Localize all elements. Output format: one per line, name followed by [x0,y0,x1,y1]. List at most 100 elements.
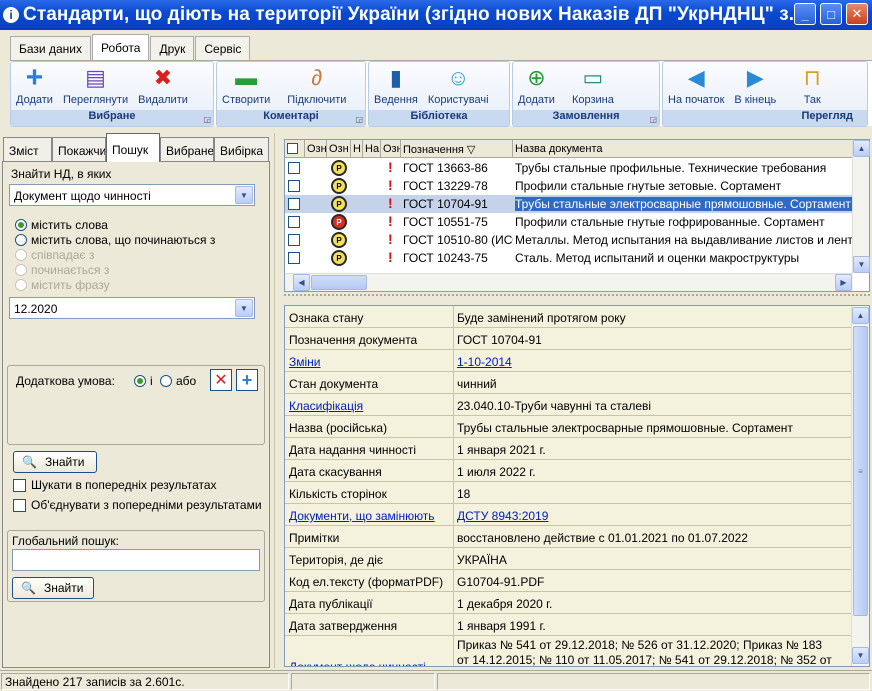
header-col[interactable]: Озн [327,140,351,158]
table-row[interactable]: P! ГОСТ 10510-80 (ИСО 8490-86)Металлы. Ме… [285,231,853,249]
row-checkbox[interactable] [288,162,300,174]
table-row[interactable]: P! ГОСТ 13229-78 Профили стальные гнутые з… [285,177,853,195]
table-row[interactable]: P! ГОСТ 10551-75 Профили стальные гнутые г… [285,213,853,231]
minimize-button[interactable]: _ [794,3,816,25]
props-vscroll[interactable]: ▲ ≡ ▼ [851,306,869,666]
property-key[interactable]: Зміни [289,355,453,369]
group-label: Бібліотека [369,110,509,126]
go-start-button[interactable]: ◀ На початок [663,65,729,106]
merge-previous-checkbox[interactable]: Об'єднувати з попередніми результатами [13,498,262,512]
global-find-button[interactable]: 🔍 Знайти [12,577,94,599]
close-button[interactable]: ✕ [846,3,868,25]
tab-print[interactable]: Друк [150,36,195,60]
row-code: ГОСТ 13663-86 [403,161,488,175]
radio-starts-with[interactable]: починається з [15,263,109,277]
grid-vscroll[interactable]: ▲ ▼ [852,140,870,273]
find-in-select[interactable]: Документ щодо чинності ▼ [9,184,255,206]
property-row: Дата затвердження 1 января 1991 г. [285,614,851,636]
add-order-button[interactable]: ⊕ Додати [513,65,560,106]
tab-service[interactable]: Сервіс [195,36,251,60]
view-favorite-button[interactable]: ▤ Переглянути [58,65,133,106]
tab-selection[interactable]: Вибірка [214,137,269,161]
go-end-button[interactable]: ▶ В кінець [729,65,781,106]
table-row[interactable]: P! ГОСТ 10243-75 Сталь. Метод испытаний и … [285,249,853,267]
header-col[interactable]: На [363,140,381,158]
scroll-down-icon[interactable]: ▼ [853,256,870,273]
header-col[interactable]: Озн [381,140,401,158]
table-row[interactable]: P! ГОСТ 10704-91 Трубы стальные электросва… [285,195,853,213]
row-checkbox[interactable] [288,216,300,228]
remove-condition-icon[interactable]: ✕ [210,369,232,391]
users-button[interactable]: ☺ Користувачі [423,65,494,106]
scroll-up-icon[interactable]: ▲ [852,307,869,324]
chevron-down-icon[interactable]: ▼ [235,186,253,204]
property-key[interactable]: Документ щодо чинності [289,660,453,666]
property-key: Ознака стану [289,311,364,325]
library-management-button[interactable]: ▮ Ведення [369,65,423,106]
scroll-up-icon[interactable]: ▲ [853,140,870,157]
warning-icon: ! [388,213,393,229]
row-code: ГОСТ 13229-78 [403,179,488,193]
property-row: Документ щодо чинності Приказ № 541 от 29… [285,636,851,666]
tab-databases[interactable]: Бази даних [10,36,91,60]
group-launcher-icon[interactable]: ◲ [355,115,363,124]
header-doc-name[interactable]: Назва документа [513,140,853,158]
horizontal-splitter[interactable] [284,294,870,302]
property-key: Кількість сторінок [289,487,387,501]
tab-contents[interactable]: Зміст [3,137,52,161]
row-checkbox[interactable] [288,234,300,246]
magnifier-icon: 🔍 [21,581,36,595]
warning-icon: ! [388,249,393,265]
global-search-label: Глобальний пошук: [12,534,119,548]
search-value-combo[interactable]: 12.2020 ▼ [9,297,255,319]
header-col[interactable]: Н [351,140,363,158]
find-button[interactable]: 🔍 Знайти [13,451,97,473]
scroll-down-icon[interactable]: ▼ [852,647,869,664]
row-checkbox[interactable] [288,180,300,192]
maximize-button[interactable]: □ [820,3,842,25]
property-key[interactable]: Документи, що замінюють [289,509,453,523]
property-value[interactable]: ДСТУ 8943:2019 [457,509,851,523]
tab-index[interactable]: Покажчи [52,137,106,161]
tab-work[interactable]: Робота [91,34,150,60]
radio-starts-words[interactable]: містить слова, що починаються з [15,233,215,247]
property-row: Територія, де діє УКРАЇНА [285,548,851,570]
yes-button[interactable]: ⊓ Так [781,65,830,106]
radio-matches[interactable]: співпадає з [15,248,94,262]
property-value: G10704-91.PDF [457,575,545,589]
search-in-previous-checkbox[interactable]: Шукати в попередніх результатах [13,478,217,492]
scroll-right-icon[interactable]: ▶ [835,274,852,291]
group-launcher-icon[interactable]: ◲ [649,115,657,124]
add-condition-icon[interactable]: + [236,369,258,391]
tab-favorites[interactable]: Вибране [160,137,214,161]
row-checkbox[interactable] [288,198,300,210]
radio-or[interactable]: або [160,374,196,388]
chevron-down-icon[interactable]: ▼ [235,299,253,317]
create-comment-button[interactable]: ▬ Створити [217,65,275,106]
delete-favorite-button[interactable]: ✖ Видалити [133,65,193,106]
props-scroll-thumb[interactable]: ≡ [853,326,868,616]
scroll-left-icon[interactable]: ◀ [293,274,310,291]
group-launcher-icon[interactable]: ◲ [203,115,211,124]
radio-contains-words[interactable]: містить слова [15,218,108,232]
header-checkbox[interactable] [285,140,305,158]
property-key[interactable]: Класифікація [289,399,453,413]
radio-contains-phrase[interactable]: містить фразу [15,278,110,292]
add-favorite-button[interactable]: + Додати [11,63,58,107]
header-col[interactable]: Озн [305,140,327,158]
property-value[interactable]: 1-10-2014 [457,355,851,369]
property-row: Ознака стану Буде замінений протягом року [285,306,851,328]
vertical-splitter[interactable] [274,133,280,668]
row-checkbox[interactable] [288,252,300,264]
table-row[interactable]: P! ГОСТ 13663-86 Трубы стальные профильные… [285,159,853,177]
tab-search[interactable]: Пошук [106,133,160,162]
header-designation[interactable]: Позначення ▽ [401,140,513,158]
cart-button[interactable]: ▭ Корзина [560,65,619,106]
attach-comment-button[interactable]: ∂ Підключити [275,65,351,106]
radio-and[interactable]: і [134,374,153,388]
hscroll-thumb[interactable] [311,275,367,290]
ribbon: + Додати ▤ Переглянути ✖ Видалити Вибране ◲… [10,60,872,127]
global-search-input[interactable] [12,549,260,571]
grid-hscroll[interactable]: ◀ ▶ [285,273,853,291]
property-value: 23.040.10-Труби чавунні та сталеві [457,399,652,413]
